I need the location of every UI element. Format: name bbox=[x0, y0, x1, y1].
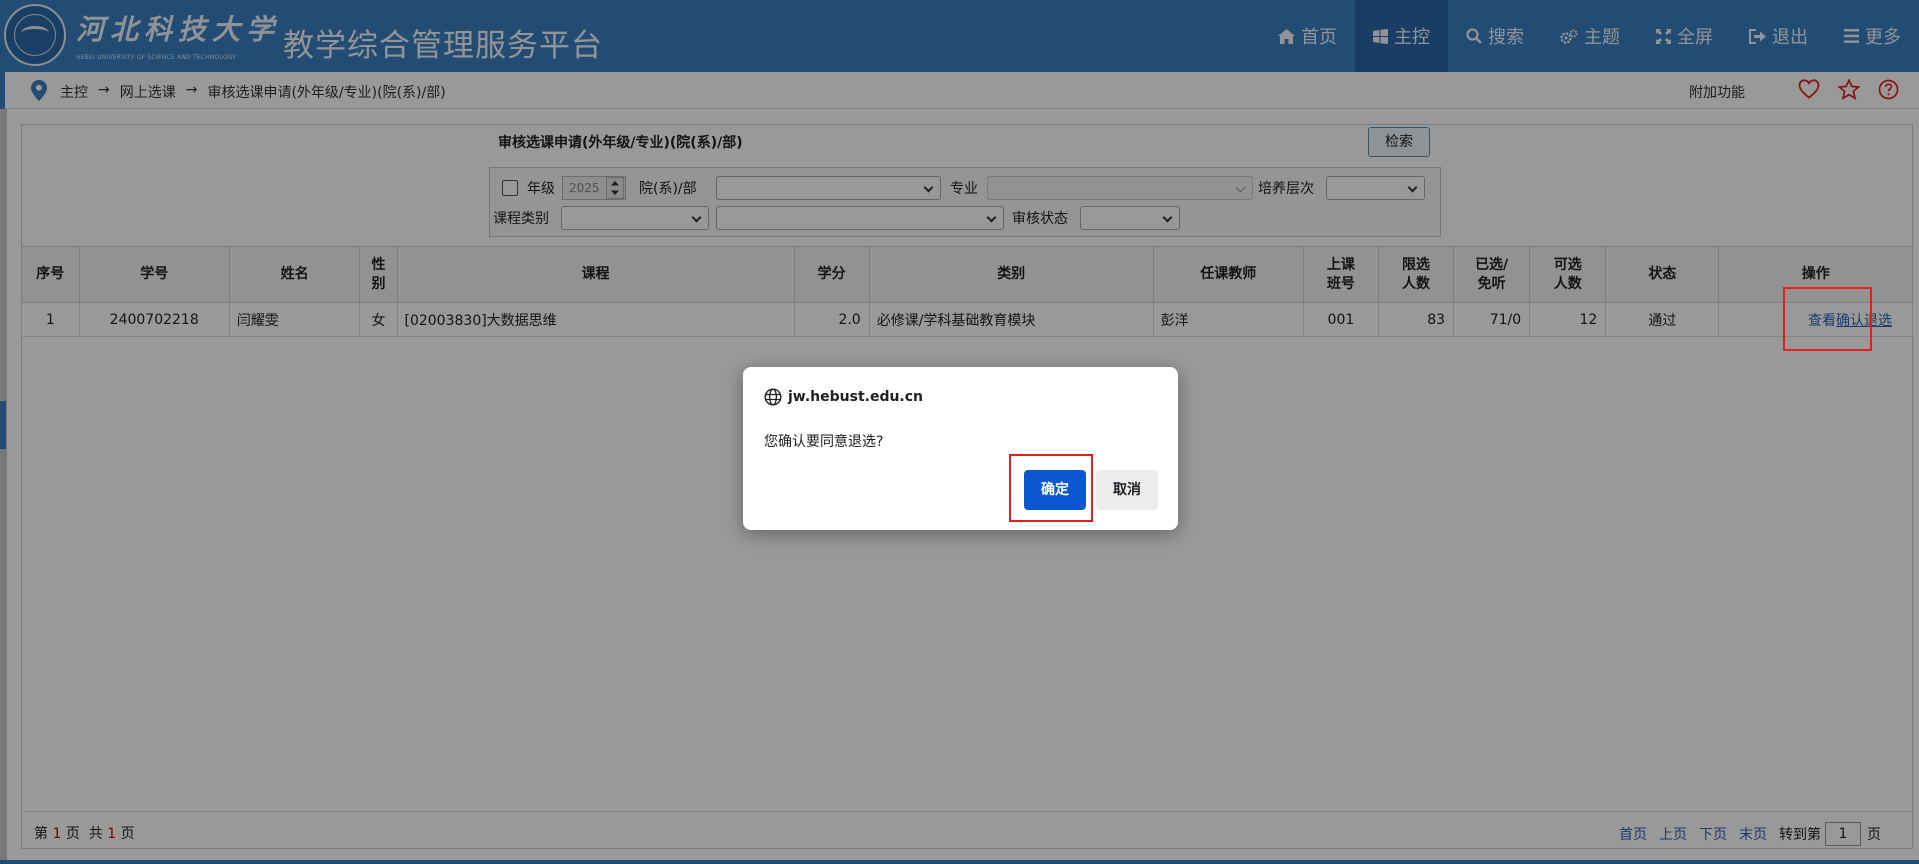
dialog-message: 您确认要同意退选? bbox=[764, 434, 884, 450]
confirm-cancel-button[interactable]: 取消 bbox=[1096, 470, 1158, 510]
highlight-box-ok bbox=[1009, 454, 1093, 522]
dialog-host: jw.hebust.edu.cn bbox=[788, 389, 924, 405]
confirm-dialog: jw.hebust.edu.cn 您确认要同意退选? 确定 取消 bbox=[743, 367, 1178, 530]
globe-icon bbox=[764, 388, 782, 406]
highlight-box-withdraw bbox=[1783, 287, 1872, 351]
